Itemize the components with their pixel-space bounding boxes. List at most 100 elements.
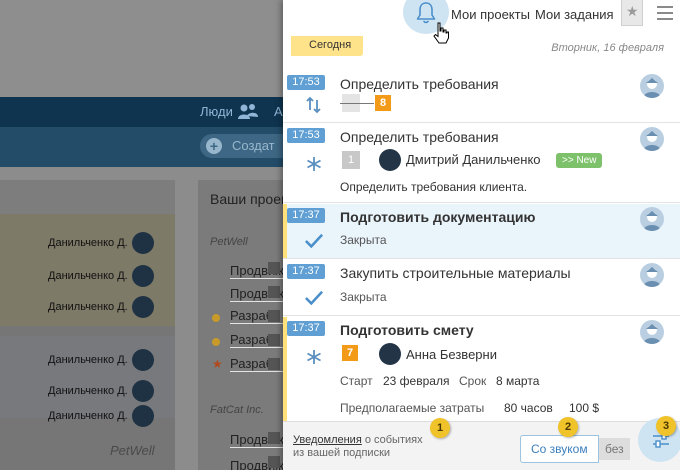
notification-title[interactable]: Подготовить документацию <box>340 209 535 225</box>
background-nav-link: А <box>274 104 283 119</box>
checkbox-icon <box>268 310 280 322</box>
avatar <box>640 74 664 98</box>
time-badge: 17:37 <box>287 264 325 279</box>
notification-title[interactable]: Закупить строительные материалы <box>340 265 571 281</box>
subscription-note: Уведомления о событиях из вашей подписки <box>293 434 423 460</box>
notification-description: Определить требования клиента. <box>340 180 528 194</box>
notification-title[interactable]: Определить требования <box>340 129 499 145</box>
subscription-note-text: о событиях <box>361 434 423 446</box>
notifications-panel: Мои проекты Мои задания ★ Сегодня Вторни… <box>283 0 680 470</box>
notification-status: Закрыта <box>340 233 387 247</box>
avatar <box>640 127 664 151</box>
callout-marker: 1 <box>430 418 450 438</box>
notification-title[interactable]: Определить требования <box>340 76 499 92</box>
assignee-name[interactable]: Дмитрий Данильченко <box>406 152 541 167</box>
notification-item[interactable]: 17:37 Закупить строительные материалы За… <box>283 260 680 316</box>
avatar <box>132 232 154 254</box>
status-badge: 1 <box>342 151 360 169</box>
star-icon: ★ <box>212 357 223 371</box>
new-badge: >> New <box>556 153 603 168</box>
avatar <box>379 343 401 365</box>
asterisk-icon <box>307 350 321 364</box>
checkbox-icon <box>268 456 280 468</box>
owner-row: Данильченко Д. <box>48 349 154 371</box>
estimated-cost: 100 $ <box>569 401 600 415</box>
owner-row: Данильченко Д. <box>48 265 154 287</box>
sound-off-button[interactable]: без <box>599 438 630 460</box>
avatar <box>132 405 154 427</box>
group-label: FatCat Inc. <box>210 404 264 416</box>
dot-icon <box>212 314 220 322</box>
asterisk-icon <box>307 157 321 171</box>
priority-badge: 8 <box>375 95 391 111</box>
notification-item[interactable]: 17:37 Подготовить смету 7 Анна Безверни … <box>283 317 680 421</box>
group-label: PetWell <box>210 236 248 248</box>
checkbox-icon <box>268 432 280 444</box>
notification-item[interactable]: 17:53 Определить требования 1 Дмитрий Да… <box>283 124 680 203</box>
projects-title: Ваши проек <box>210 191 288 207</box>
my-projects-link[interactable]: Мои проекты <box>451 7 530 22</box>
checkmark-icon <box>305 290 323 306</box>
date-label: Вторник, 16 февраля <box>551 42 664 54</box>
callout-marker: 3 <box>656 416 676 436</box>
due-date: 8 марта <box>496 374 540 388</box>
background-group-label: PetWell <box>110 443 155 458</box>
estimated-hours: 80 часов <box>504 401 553 415</box>
people-link: Люди <box>200 104 233 119</box>
menu-icon[interactable] <box>657 6 673 20</box>
owner-row: Данильченко Д. <box>48 405 154 427</box>
time-badge: 17:53 <box>287 75 325 90</box>
notification-item[interactable]: 17:53 Определить требования 8 <box>283 71 680 123</box>
owner-row: Данильченко Д. <box>48 232 154 254</box>
notification-item[interactable]: 17:37 Подготовить документацию Закрыта <box>283 204 680 259</box>
background-nav-bar: Люди А <box>0 97 290 127</box>
assignee-name[interactable]: Анна Безверни <box>406 347 497 362</box>
strikethrough-line <box>340 103 374 104</box>
panel-footer: Уведомления о событиях из вашей подписки… <box>283 421 680 470</box>
avatar <box>379 149 401 171</box>
people-icon <box>238 104 258 119</box>
avatar <box>640 263 664 287</box>
start-label: Старт <box>340 374 373 388</box>
checkbox-icon <box>268 358 280 370</box>
today-badge: Сегодня <box>291 36 364 56</box>
sound-on-button[interactable]: Со звуком <box>520 435 599 463</box>
swap-arrows-icon <box>306 96 321 114</box>
time-badge: 17:37 <box>287 208 325 223</box>
background-header <box>0 0 290 97</box>
avatar <box>132 349 154 371</box>
callout-marker: 2 <box>558 417 578 437</box>
notifications-link[interactable]: Уведомления <box>293 434 362 446</box>
priority-badge: 7 <box>342 345 358 361</box>
time-badge: 17:37 <box>287 321 325 336</box>
owner-row: Данильченко Д. <box>48 296 154 318</box>
create-button: + Создат <box>200 134 290 158</box>
checkbox-icon <box>268 262 280 274</box>
create-button-label: Создат <box>232 138 275 153</box>
checkbox-icon <box>268 286 280 298</box>
plus-icon: + <box>206 138 222 154</box>
avatar <box>640 320 664 344</box>
time-badge: 17:53 <box>287 128 325 143</box>
checkmark-icon <box>305 233 323 249</box>
bell-icon <box>416 2 436 24</box>
start-date: 23 февраля <box>383 374 450 388</box>
my-tasks-link[interactable]: Мои задания <box>535 7 614 22</box>
avatar <box>132 296 154 318</box>
owner-row: Данильченко Д. <box>48 380 154 402</box>
date-row: Сегодня Вторник, 16 февраля <box>283 36 680 58</box>
cost-label: Предполагаемые затраты <box>340 401 485 415</box>
dot-icon <box>212 338 220 346</box>
avatar <box>640 207 664 231</box>
background-projects-panel: Ваши проек PetWell Продвиж Продвиж Разра… <box>198 180 627 470</box>
avatar <box>132 265 154 287</box>
notification-title[interactable]: Подготовить смету <box>340 322 474 338</box>
checkbox-icon <box>268 334 280 346</box>
favorites-tab[interactable]: ★ <box>621 0 643 26</box>
panel-top-bar: Мои проекты Мои задания ★ <box>283 0 680 44</box>
avatar <box>132 380 154 402</box>
star-icon: ★ <box>626 3 639 19</box>
due-label: Срок <box>459 374 487 388</box>
notification-status: Закрыта <box>340 290 387 304</box>
subscription-note-text: из вашей подписки <box>293 447 391 459</box>
